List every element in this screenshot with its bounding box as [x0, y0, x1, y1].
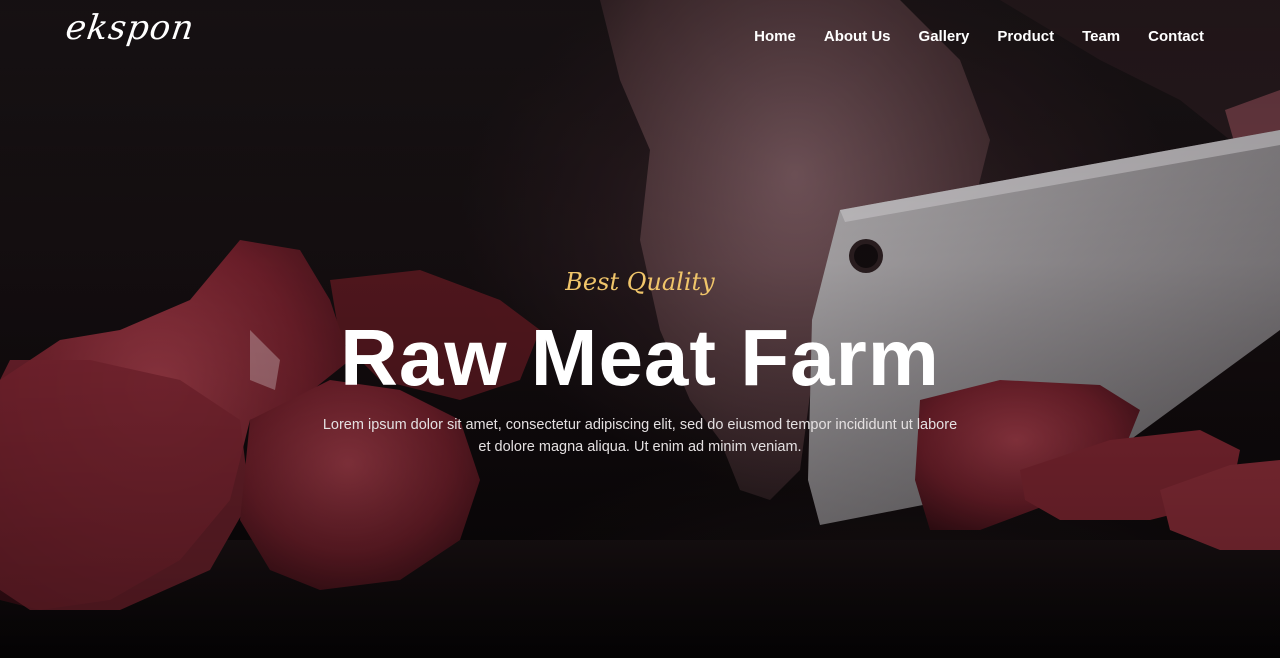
main-navigation: Home About Us Gallery Product Team Conta…	[754, 28, 1204, 45]
nav-product[interactable]: Product	[997, 28, 1054, 45]
hero-description: Lorem ipsum dolor sit amet, consectetur …	[320, 414, 960, 458]
site-logo[interactable]: ekspon	[63, 8, 197, 48]
nav-team[interactable]: Team	[1082, 28, 1120, 45]
hero-description-line-2: et dolore magna aliqua. Ut enim ad minim…	[478, 439, 802, 455]
nav-contact[interactable]: Contact	[1148, 28, 1204, 45]
nav-gallery[interactable]: Gallery	[919, 28, 970, 45]
hero-description-line-1: Lorem ipsum dolor sit amet, consectetur …	[322, 417, 958, 433]
nav-about-us[interactable]: About Us	[824, 28, 891, 45]
hero-title: Raw Meat Farm	[340, 313, 940, 402]
hero-tagline: Best Quality	[565, 268, 715, 296]
nav-home[interactable]: Home	[754, 28, 796, 45]
hero-section: ekspon Home About Us Gallery Product Tea…	[0, 0, 1280, 658]
